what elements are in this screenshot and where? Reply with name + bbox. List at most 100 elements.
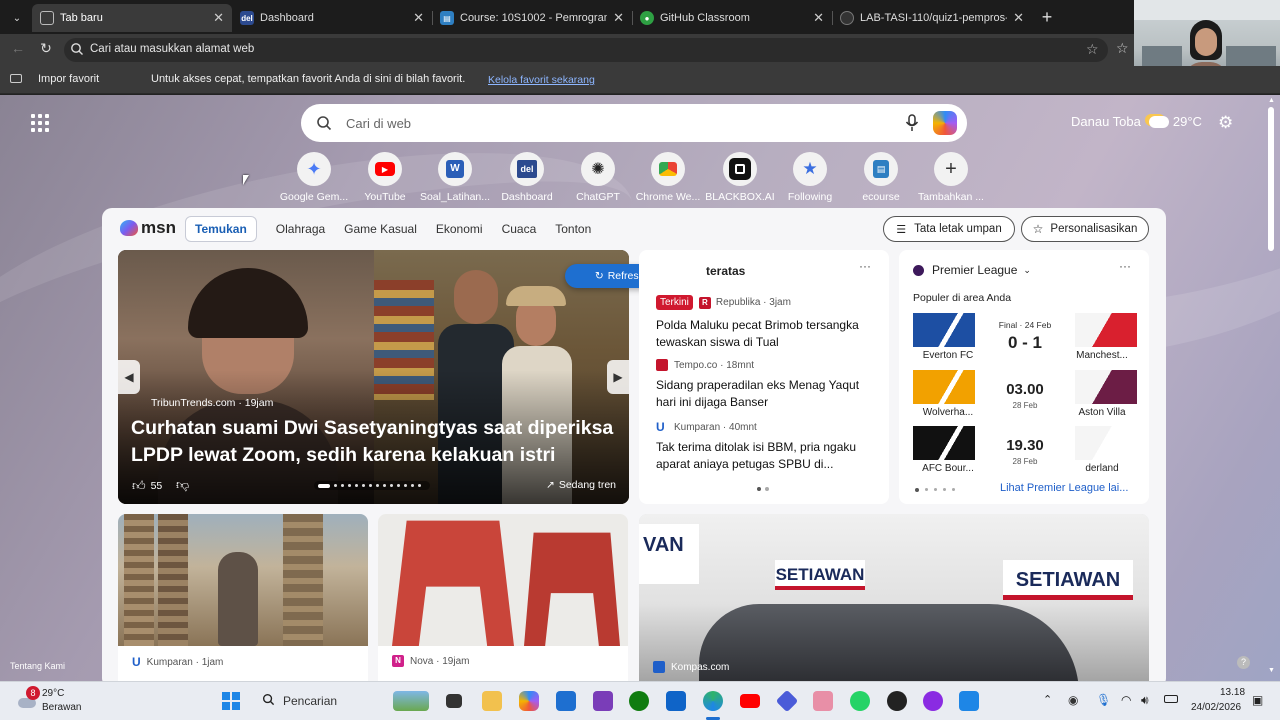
carousel-prev-button[interactable]: ◀ <box>118 360 140 394</box>
story-headline[interactable]: Polda Maluku pecat Brimob tersangka tewa… <box>656 317 876 351</box>
favorites-button[interactable]: ☆ <box>1116 40 1129 57</box>
copilot-icon[interactable] <box>933 111 957 135</box>
shortcut-soal-latihan[interactable]: W Soal_Latihan... <box>415 152 495 203</box>
msn-logo[interactable]: msn <box>120 218 176 238</box>
gemini-icon: ✦ <box>297 152 331 186</box>
thumbs-down-icon[interactable]: 👎︎ <box>176 477 189 493</box>
story-headline[interactable]: Sidang praperadilan eks Menag Yaqut hari… <box>656 377 876 411</box>
outlook-icon[interactable] <box>666 691 686 711</box>
mouse-cursor <box>243 175 249 185</box>
league-header[interactable]: Premier League ⌄ <box>913 263 1031 277</box>
copilot-icon[interactable] <box>519 691 539 711</box>
windows-start-button[interactable] <box>222 692 240 710</box>
import-favorites-button[interactable]: Impor favorit <box>38 73 99 85</box>
match-row[interactable]: Wolverha... Aston Villa 03.00 28 Feb <box>913 370 1137 420</box>
address-bar[interactable]: Cari atau masukkan alamat web ☆ <box>64 38 1108 62</box>
taskbar-time[interactable]: 13.18 <box>1220 687 1245 698</box>
weather-taskbar-widget[interactable]: 8 29°C Berawan <box>14 686 124 716</box>
xbox-icon[interactable] <box>629 691 649 711</box>
microphone-icon[interactable]: 🎙︎ <box>1096 693 1111 707</box>
vpn-icon[interactable] <box>775 689 799 713</box>
match-row[interactable]: AFC Bour... derland 19.30 28 Feb <box>913 426 1137 476</box>
kumparan-icon: U <box>132 655 141 669</box>
shortcut-youtube[interactable]: ▶ YouTube <box>345 152 425 203</box>
about-link[interactable]: Tentang Kami <box>10 661 65 671</box>
close-icon[interactable]: ✕ <box>213 10 224 26</box>
file-explorer-icon[interactable] <box>482 691 502 711</box>
close-icon[interactable]: ✕ <box>413 10 424 26</box>
tab-dashboard[interactable]: del Dashboard ✕ <box>232 4 432 32</box>
apps-launcher-button[interactable] <box>31 114 49 132</box>
task-view-icon[interactable] <box>446 694 462 708</box>
github-desktop-icon[interactable] <box>887 691 907 711</box>
see-more-league-link[interactable]: Lihat Premier League lai... <box>1000 482 1128 494</box>
youtube-icon[interactable] <box>740 694 760 708</box>
back-button[interactable]: ← <box>8 40 28 60</box>
tab-actions-button[interactable]: ⌄ <box>6 8 28 28</box>
widgets-landscape-icon[interactable] <box>393 691 429 711</box>
shortcut-ecourse[interactable]: ▤ ecourse <box>841 152 921 203</box>
app-icon-violet[interactable] <box>923 691 943 711</box>
whatsapp-icon[interactable] <box>850 691 870 711</box>
match-row[interactable]: Everton FC Manchest... Final · 24 Feb 0 - 1 <box>913 313 1137 363</box>
manage-favorites-link[interactable]: Kelola favorit sekarang <box>488 74 595 86</box>
close-icon[interactable]: ✕ <box>1013 10 1024 26</box>
microphone-icon[interactable] <box>905 114 919 135</box>
store-icon[interactable] <box>556 691 576 711</box>
page-settings-button[interactable]: ⚙ <box>1218 113 1233 133</box>
shortcut-dashboard[interactable]: del Dashboard <box>487 152 567 203</box>
snipping-tool-icon[interactable] <box>813 691 833 711</box>
tab-new-tab[interactable]: Tab baru ✕ <box>32 4 232 32</box>
tab-game-kasual[interactable]: Game Kasual <box>344 222 417 236</box>
taskbar-date[interactable]: 24/02/2026 <box>1191 702 1241 713</box>
favorite-star-icon[interactable]: ☆ <box>1086 41 1099 58</box>
notification-icon[interactable]: ▣ <box>1252 693 1263 707</box>
carousel-next-button[interactable]: ▶ <box>607 360 629 394</box>
weather-temp: 29°C <box>1172 114 1202 129</box>
close-icon[interactable]: ✕ <box>613 10 624 26</box>
shortcut-chrome-web-store[interactable]: Chrome We... <box>628 152 708 203</box>
web-search-box[interactable]: Cari di web <box>301 104 967 142</box>
like-button[interactable]: 👍︎ 55 <box>132 478 162 494</box>
wifi-icon[interactable]: ◠ <box>1121 693 1131 707</box>
feed-layout-button[interactable]: ☰ Tata letak umpan <box>883 216 1015 242</box>
tab-tonton[interactable]: Tonton <box>555 222 591 236</box>
new-tab-button[interactable]: + <box>1036 6 1058 28</box>
tab-course[interactable]: ▤ Course: 10S1002 - Pemrograman P ✕ <box>432 4 632 32</box>
tab-olahraga[interactable]: Olahraga <box>276 222 325 236</box>
news-card-setiawan[interactable]: VAN SETIAWAN SETIAWAN Kompas.com <box>639 514 1149 681</box>
tab-github-classroom[interactable]: ● GitHub Classroom ✕ <box>632 4 832 32</box>
shortcut-blackbox-ai[interactable]: BLACKBOX.AI <box>700 152 780 203</box>
refresh-button[interactable]: ↻ <box>36 40 56 60</box>
tab-cuaca[interactable]: Cuaca <box>502 222 537 236</box>
shortcut-following[interactable]: ★ Following <box>770 152 850 203</box>
page-scrollbar[interactable]: ▲ ▼ <box>1266 95 1276 681</box>
security-icon[interactable]: ◉ <box>1068 693 1078 707</box>
taskbar-search[interactable]: Pencarian <box>253 688 373 714</box>
more-options-icon[interactable]: ··· <box>1119 259 1131 273</box>
news-card-stools[interactable]: N Nova · 19jam <box>378 514 628 681</box>
scrollbar-thumb[interactable] <box>1268 107 1274 251</box>
battery-icon[interactable] <box>1164 695 1178 703</box>
vscode-icon[interactable] <box>959 691 979 711</box>
shortcut-chatgpt[interactable]: ✺ ChatGPT <box>558 152 638 203</box>
hero-story-card[interactable]: ◀ ▶ TribunTrends.com · 19jam Curhatan su… <box>118 250 629 504</box>
chevron-up-icon[interactable]: ⌃ <box>1043 693 1052 706</box>
app-icon-purple[interactable] <box>593 691 613 711</box>
help-icon[interactable]: ? <box>1237 656 1250 669</box>
personalize-button[interactable]: ☆ Personalisasikan <box>1021 216 1149 242</box>
story-headline[interactable]: Tak terima ditolak isi BBM, pria ngaku a… <box>656 439 876 473</box>
tab-ekonomi[interactable]: Ekonomi <box>436 222 483 236</box>
hero-headline[interactable]: Curhatan suami Dwi Sasetyaningtyas saat … <box>131 415 621 469</box>
shortcut-google-gemini[interactable]: ✦ Google Gem... <box>274 152 354 203</box>
edge-icon[interactable] <box>703 691 723 711</box>
close-icon[interactable]: ✕ <box>813 10 824 26</box>
news-card-luxor[interactable]: U Kumparan · 1jam <box>118 514 368 681</box>
tab-temukan[interactable]: Temukan <box>185 216 257 242</box>
shortcut-add[interactable]: + Tambahkan ... <box>911 152 991 203</box>
more-options-icon[interactable]: ··· <box>859 259 871 273</box>
weather-widget[interactable]: Danau Toba 29°C <box>1071 114 1202 129</box>
tab-lab-tasi[interactable]: LAB-TASI-110/quiz1-pempros-sint ✕ <box>832 4 1032 32</box>
away-team-name: Aston Villa <box>1078 407 1126 418</box>
volume-icon[interactable]: 🔊︎ <box>1141 693 1149 708</box>
